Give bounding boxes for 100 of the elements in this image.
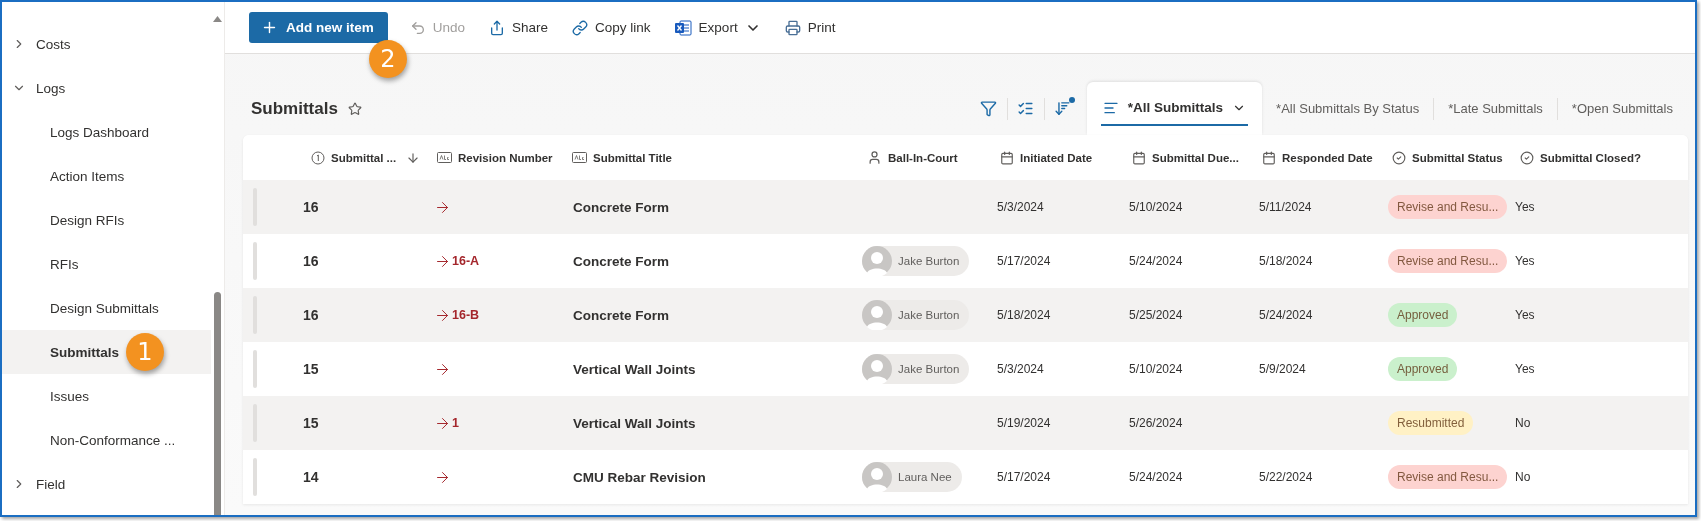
table-cell-text: 16 [302,199,320,215]
status-tag: Approved [1388,303,1458,327]
status-tag: Resubmitted [1388,411,1474,435]
table-cell-text: No [1514,416,1532,430]
person-chip[interactable]: Jake Burton [862,354,970,384]
column-header[interactable]: Initiated Date [988,150,1120,165]
person-icon [867,150,882,165]
table-cell-text: 5/10/2024 [1128,362,1184,376]
toolbar-button[interactable]: Print [774,12,846,43]
table-cell-text: Yes [1514,200,1536,214]
scroll-up-icon [213,16,223,22]
view-tab[interactable]: *Open Submittals [1557,92,1687,125]
scrollbar-thumb[interactable] [214,292,222,515]
status-tag: Revise and Resu... [1388,465,1508,489]
table-cell-text: 5/10/2024 [1128,200,1184,214]
nav-item[interactable]: Non-Conformance ... [2,418,212,462]
person-chip[interactable]: Jake Burton [862,246,970,276]
nav-item[interactable]: RFIs [2,242,212,286]
table-cell-text: 5/11/2024 [1258,200,1313,214]
table-cell-text: Concrete Form [572,307,671,323]
table-cell-text: Yes [1514,362,1536,376]
nav-item[interactable]: Design Submittals [2,286,212,330]
calendar-icon [1262,150,1276,165]
calendar-icon [1132,150,1146,165]
toolbar-button[interactable]: Copy link [562,12,661,43]
table-cell-text: 5/22/2024 [1258,470,1314,484]
revision-number: 16-A [452,254,480,268]
text-field-icon [572,152,587,163]
avatar-icon [862,246,892,276]
nav-item[interactable]: Design RFIs [2,198,212,242]
toolbar-button[interactable]: Share [479,12,559,43]
plus-icon [261,19,278,36]
star-icon[interactable] [347,101,362,116]
table-cell-text: 5/19/2024 [996,416,1052,430]
status-tag: Revise and Resu... [1388,195,1508,219]
table-cell-text: Yes [1514,308,1536,322]
table-cell-text: Yes [1514,254,1536,268]
row-handle[interactable] [253,242,257,280]
table-cell-text: 5/3/2024 [996,362,1045,376]
nav-item[interactable]: Logs [2,66,212,110]
table-cell-text: 5/18/2024 [996,308,1052,322]
nav-item[interactable]: Issues [2,374,212,418]
table-cell-text: Concrete Form [572,253,671,269]
table-cell-text: 16 [302,253,320,269]
table-cell-text: 5/24/2024 [1128,254,1184,268]
column-header[interactable]: Ball-In-Court [855,150,988,165]
step-callout: 2 [369,40,407,78]
spreadsheet-icon [674,19,692,36]
column-header[interactable]: Revision Number [425,151,560,164]
avatar-icon [862,300,892,330]
page-title: Submittals [251,98,338,119]
table-cell-text: 16 [302,307,320,323]
status-tag: Approved [1388,357,1458,381]
table-cell-text: 5/25/2024 [1128,308,1184,322]
view-tab[interactable]: *Late Submittals [1434,92,1557,125]
nav-item[interactable]: Field [2,462,212,506]
add-button[interactable]: Add new item [249,12,388,43]
toolbar-button[interactable]: Export [664,12,771,43]
number-icon [311,150,325,165]
revision-number: 1 [452,416,459,430]
checklist-icon [1017,100,1035,117]
column-header[interactable]: Submittal Title [560,151,855,164]
calendar-icon [1000,150,1014,165]
column-header[interactable]: Responded Date [1250,150,1380,165]
filter-icon [980,100,998,117]
table-cell-text: 5/18/2024 [1258,254,1314,268]
link-icon [572,19,589,36]
table-cell-text: 5/17/2024 [996,254,1052,268]
table-cell-text: 15 [302,415,320,431]
table-cell-text: 14 [302,469,320,485]
undo-icon [409,19,426,36]
column-header[interactable]: Submittal Due... [1120,150,1250,165]
row-handle[interactable] [253,458,257,496]
avatar-icon [862,354,892,384]
nav-item[interactable]: Costs [2,22,212,66]
person-chip[interactable]: Laura Nee [862,462,962,492]
column-header[interactable]: Submittal Closed? [1508,150,1688,165]
table-cell-text: CMU Rebar Revision [572,469,707,485]
table-cell-text: 5/17/2024 [996,470,1052,484]
revision-number: 16-B [452,308,480,322]
table-cell-text: 5/24/2024 [1128,470,1184,484]
column-header[interactable]: Submittal ... [293,150,425,165]
check-circle-icon [1520,150,1534,165]
status-tag: Revise and Resu... [1388,249,1508,273]
row-handle[interactable] [253,350,257,388]
nav-item[interactable]: Action Items [2,154,212,198]
table-cell-text: Vertical Wall Joints [572,415,697,431]
check-circle-icon [1392,150,1406,165]
view-tab[interactable]: *All Submittals [1086,82,1263,135]
table-cell-text: 5/26/2024 [1128,416,1184,430]
table-cell-text: No [1514,470,1532,484]
column-header[interactable]: Submittal Status [1380,150,1508,165]
share-icon [489,19,506,36]
table-cell-text: 15 [302,361,320,377]
text-field-icon [437,152,452,163]
nav-item[interactable]: Logs Dashboard [2,110,212,154]
table-cell-text: 5/24/2024 [1258,308,1314,322]
view-tab[interactable]: *All Submittals By Status [1262,92,1434,125]
sort-icon [1054,100,1072,117]
person-chip[interactable]: Jake Burton [862,300,970,330]
